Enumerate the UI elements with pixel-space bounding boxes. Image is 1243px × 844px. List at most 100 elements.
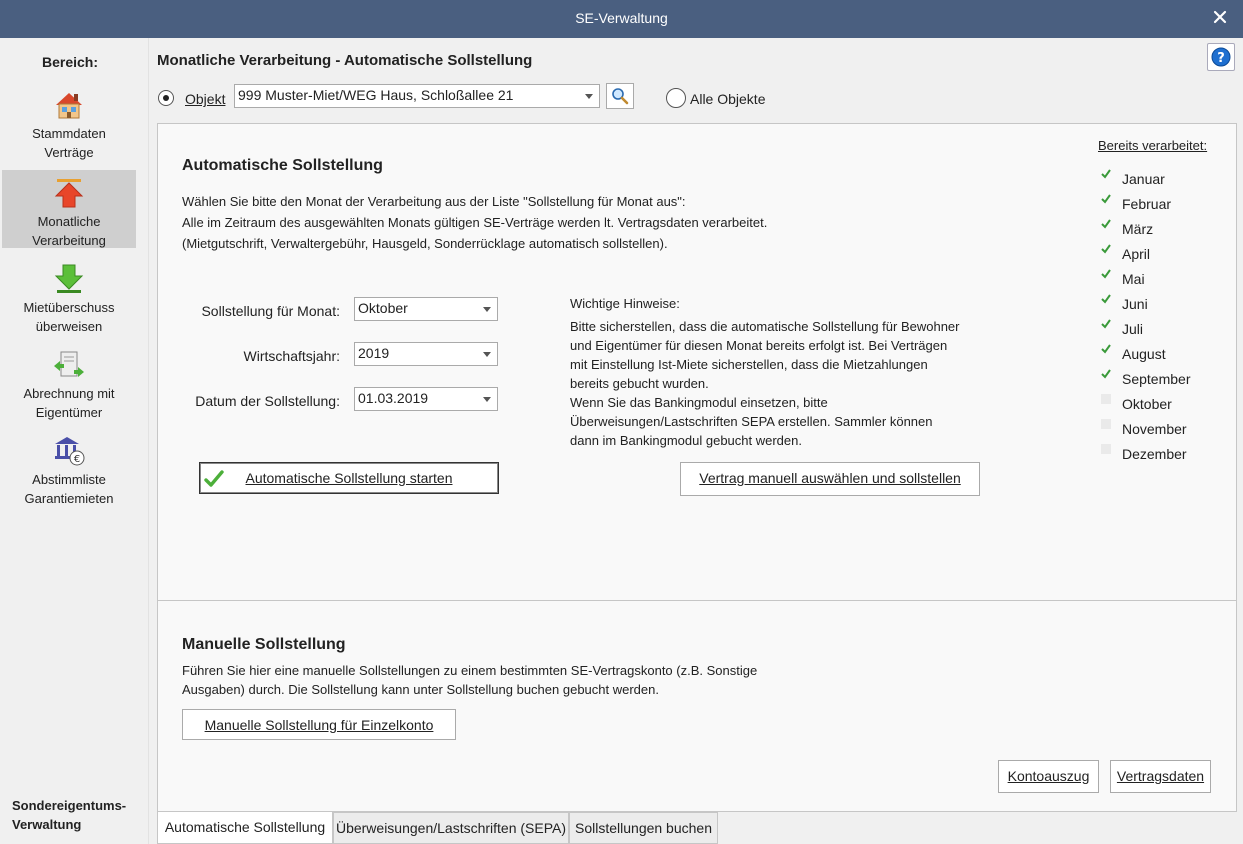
month-select[interactable]: Oktober <box>354 297 498 321</box>
sidebar-item-label: Monatliche Verarbeitung <box>32 214 106 248</box>
sidebar-item-mietueberschuss[interactable]: Mietüberschuss überweisen <box>2 256 136 334</box>
year-select-value: 2019 <box>358 345 390 361</box>
checkmark-icon <box>204 470 224 487</box>
unchecked-icon <box>1101 394 1111 404</box>
month-label: Sollstellung für Monat: <box>201 303 340 319</box>
month-select-value: Oktober <box>358 300 408 316</box>
unchecked-icon <box>1101 419 1111 429</box>
checkmark-icon <box>1101 344 1111 354</box>
year-label: Wirtschaftsjahr: <box>243 348 340 364</box>
alle-objekte-radio-label[interactable]: Alle Objekte <box>690 91 765 107</box>
kontoauszug-button[interactable]: Kontoauszug <box>998 760 1099 793</box>
svg-text:€: € <box>74 454 80 465</box>
date-label: Datum der Sollstellung: <box>195 393 340 409</box>
hint-line: bereits gebucht wurden. <box>570 376 709 391</box>
start-auto-sollstellung-button[interactable]: Automatische Sollstellung starten <box>199 462 499 494</box>
objekt-radio-text: Objekt <box>185 91 226 107</box>
processed-month-name: Juni <box>1122 296 1148 312</box>
chevron-down-icon <box>483 307 491 312</box>
manual-sollstellung-panel: Manuelle Sollstellung Führen Sie hier ei… <box>157 601 1237 812</box>
processed-title: Bereits verarbeitet: <box>1098 138 1208 153</box>
processed-month-name: Juli <box>1122 321 1144 337</box>
auto-section-title: Automatische Sollstellung <box>182 157 383 174</box>
checkmark-icon <box>1101 294 1111 304</box>
single-account-label: Manuelle Sollstellung für Einzelkonto <box>204 717 434 733</box>
svg-text:?: ? <box>1217 51 1225 66</box>
objekt-radio-label[interactable]: Objekt <box>185 91 225 107</box>
date-picker-value: 01.03.2019 <box>358 390 429 406</box>
checkmark-icon <box>1101 169 1111 179</box>
checkmark-icon <box>1101 269 1111 279</box>
processed-month-name: Mai <box>1122 271 1145 287</box>
window-title: SE-Verwaltung <box>575 10 668 26</box>
tab-sollstellungen-buchen[interactable]: Sollstellungen buchen <box>569 812 718 844</box>
hint-line: Wenn Sie das Bankingmodul einsetzen, bit… <box>570 395 828 410</box>
processed-month-name: Januar <box>1122 171 1165 187</box>
sidebar: Bereich: Stammdaten Verträge Monatliche … <box>0 38 149 844</box>
alle-objekte-radio-text: Alle Objekte <box>690 91 766 107</box>
processed-month-name: Dezember <box>1122 446 1187 462</box>
start-auto-sollstellung-label: Automatische Sollstellung starten <box>245 470 453 486</box>
manual-desc-line1: Führen Sie hier eine manuelle Sollstellu… <box>182 663 758 678</box>
auto-desc-line1: Wählen Sie bitte den Monat der Verarbeit… <box>182 194 686 209</box>
processed-month-name: April <box>1122 246 1151 262</box>
processed-month-name: Februar <box>1122 196 1172 212</box>
arrow-up-icon <box>54 179 84 208</box>
objekt-select[interactable]: 999 Muster-Miet/WEG Haus, Schloßallee 21 <box>234 84 600 108</box>
hint-line: dann im Bankingmodul gebucht werden. <box>570 433 802 448</box>
processed-month-name: August <box>1122 346 1166 362</box>
processed-month-name: November <box>1122 421 1187 437</box>
title-bar: SE-Verwaltung <box>0 0 1243 38</box>
help-icon: ? <box>1211 47 1231 67</box>
checkmark-icon <box>1101 319 1111 329</box>
manual-contract-label: Vertrag manuell auswählen und sollstelle… <box>699 470 961 486</box>
help-button[interactable]: ? <box>1207 43 1235 71</box>
hint-line: Überweisungen/Lastschriften SEPA erstell… <box>570 414 933 429</box>
document-transfer-icon <box>54 351 84 377</box>
processed-month-name: Oktober <box>1122 396 1172 412</box>
sidebar-item-abrechnung[interactable]: Abrechnung mit Eigentümer <box>2 342 136 420</box>
year-select[interactable]: 2019 <box>354 342 498 366</box>
sidebar-item-stammdaten[interactable]: Stammdaten Verträge <box>2 82 136 160</box>
close-icon[interactable] <box>1211 8 1229 26</box>
objekt-radio[interactable] <box>158 90 174 106</box>
objekt-select-value: 999 Muster-Miet/WEG Haus, Schloßallee 21 <box>238 87 514 103</box>
tab-automatische-sollstellung[interactable]: Automatische Sollstellung <box>157 812 333 844</box>
sidebar-item-abstimmliste[interactable]: € Abstimmliste Garantiemieten <box>2 428 136 506</box>
search-button[interactable] <box>606 83 634 109</box>
unchecked-icon <box>1101 444 1111 454</box>
sidebar-item-label: Abstimmliste Garantiemieten <box>24 472 114 506</box>
search-icon <box>612 88 629 105</box>
checkmark-icon <box>1101 194 1111 204</box>
chevron-down-icon <box>483 397 491 402</box>
chevron-down-icon <box>585 94 593 99</box>
auto-desc-line2: Alle im Zeitraum des ausgewählten Monats… <box>182 215 768 230</box>
hint-line: mit Einstellung Ist-Miete sicherstellen,… <box>570 357 928 372</box>
page-title: Monatliche Verarbeitung - Automatische S… <box>157 52 533 69</box>
sidebar-item-label: Stammdaten Verträge <box>32 126 106 160</box>
checkmark-icon <box>1101 244 1111 254</box>
auto-sollstellung-panel: Automatische Sollstellung Wählen Sie bit… <box>157 123 1237 601</box>
sidebar-item-label: Abrechnung mit Eigentümer <box>23 386 115 420</box>
manual-contract-button[interactable]: Vertrag manuell auswählen und sollstelle… <box>680 462 980 496</box>
checkmark-icon <box>1101 219 1111 229</box>
tab-ueberweisungen-lastschriften[interactable]: Überweisungen/Lastschriften (SEPA) <box>333 812 569 844</box>
kontoauszug-label: Kontoauszug <box>1007 768 1090 784</box>
hint-line: Bitte sicherstellen, dass die automatisc… <box>570 319 960 334</box>
vertragsdaten-button[interactable]: Vertragsdaten <box>1110 760 1211 793</box>
house-icon <box>56 93 82 119</box>
vertragsdaten-label: Vertragsdaten <box>1116 768 1205 784</box>
processed-month-name: September <box>1122 371 1191 387</box>
arrow-down-icon <box>54 264 84 293</box>
date-picker[interactable]: 01.03.2019 <box>354 387 498 411</box>
processed-month-name: März <box>1122 221 1154 237</box>
sidebar-heading: Bereich: <box>41 54 99 70</box>
auto-desc-line3: (Mietgutschrift, Verwaltergebühr, Hausge… <box>182 236 668 251</box>
checkmark-icon <box>1101 369 1111 379</box>
manual-section-title: Manuelle Sollstellung <box>182 636 346 653</box>
single-account-button[interactable]: Manuelle Sollstellung für Einzelkonto <box>182 709 456 740</box>
alle-objekte-radio[interactable] <box>666 88 686 108</box>
hint-line: und Eigentümer für diesen Monat bereits … <box>570 338 948 353</box>
sidebar-item-monatliche-verarbeitung[interactable]: Monatliche Verarbeitung <box>2 170 136 248</box>
hints-title: Wichtige Hinweise: <box>570 296 680 311</box>
